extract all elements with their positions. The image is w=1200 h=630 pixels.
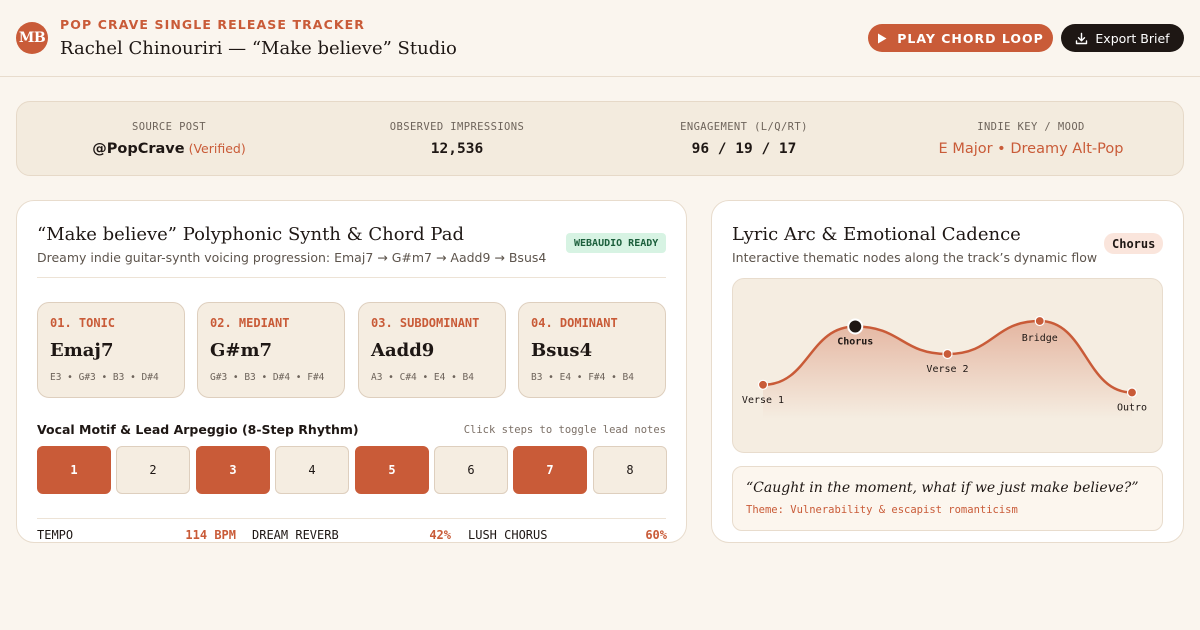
stat-label: ENGAGEMENT (L/Q/RT) <box>680 121 808 133</box>
divider <box>37 277 666 278</box>
synth-panel-title: “Make believe” Polyphonic Synth & Chord … <box>37 224 464 245</box>
chord-role: 03. SUBDOMINANT <box>371 316 480 330</box>
sequencer-step-2[interactable]: 2 <box>116 446 190 494</box>
tracker-eyebrow: POP CRAVE SINGLE RELEASE TRACKER <box>60 17 366 32</box>
top-bar: MB POP CRAVE SINGLE RELEASE TRACKER Rach… <box>0 0 1200 77</box>
synth-panel-subtitle: Dreamy indie guitar-synth voicing progre… <box>37 250 547 265</box>
chord-notes: A3 • C#4 • E4 • B4 <box>371 372 474 383</box>
param-label: TEMPO <box>37 528 74 542</box>
arc-node-label: Verse 2 <box>926 364 968 375</box>
chord-name: Bsus4 <box>531 340 593 361</box>
sequencer-step-6[interactable]: 6 <box>434 446 508 494</box>
source-handle[interactable]: @PopCrave <box>92 141 184 157</box>
divider <box>37 518 666 519</box>
lyric-panel-subtitle: Interactive thematic nodes along the tra… <box>732 250 1098 265</box>
verified-tag: (Verified) <box>188 141 246 156</box>
lyric-panel-title: Lyric Arc & Emotional Cadence <box>732 224 1021 245</box>
logo-badge: MB <box>16 22 48 54</box>
stat-value: 12,536 <box>430 141 484 157</box>
lyric-quote: “Caught in the moment, what if we just m… <box>746 480 1139 496</box>
sequencer-step-5[interactable]: 5 <box>355 446 429 494</box>
lyric-arc-chart: Verse 1 Chorus Verse 2 Bridge Outro <box>732 278 1163 453</box>
arc-node-label: Chorus <box>837 337 873 348</box>
chord-name: Aadd9 <box>371 340 435 361</box>
arc-node-label: Verse 1 <box>742 395 784 406</box>
chord-notes: B3 • E4 • F#4 • B4 <box>531 372 634 383</box>
stat-source-post: SOURCE POST @PopCrave (Verified) <box>23 102 315 177</box>
sequencer-step-3[interactable]: 3 <box>196 446 270 494</box>
sequencer-step-4[interactable]: 4 <box>275 446 349 494</box>
stat-key-mood: INDIE KEY / MOOD E Major • Dreamy Alt-Po… <box>885 102 1177 177</box>
stat-value: 96 / 19 / 17 <box>691 141 797 157</box>
arc-node-bridge[interactable] <box>1034 315 1045 327</box>
sequencer-step-1[interactable]: 1 <box>37 446 111 494</box>
chord-name: G#m7 <box>210 340 273 361</box>
stat-label: SOURCE POST <box>132 121 206 133</box>
stat-engagement: ENGAGEMENT (L/Q/RT) 96 / 19 / 17 <box>598 102 890 177</box>
export-brief-label: Export Brief <box>1095 30 1170 46</box>
stat-value: E Major • Dreamy Alt-Pop <box>938 141 1124 157</box>
lyric-arc-panel: Lyric Arc & Emotional Cadence Interactiv… <box>711 200 1184 543</box>
param-value: 60% <box>645 528 667 542</box>
chord-role: 04. DOMINANT <box>531 316 618 330</box>
page-title: Rachel Chinouriri — “Make believe” Studi… <box>60 38 457 59</box>
stat-label: INDIE KEY / MOOD <box>977 121 1085 133</box>
chord-role: 01. TONIC <box>50 316 116 330</box>
arc-node-verse-1[interactable] <box>757 379 769 390</box>
download-icon <box>1075 32 1088 45</box>
chord-role: 02. MEDIANT <box>210 316 290 330</box>
sequencer-title: Vocal Motif & Lead Arpeggio (8-Step Rhyt… <box>37 422 359 437</box>
export-brief-button[interactable]: Export Brief <box>1061 24 1184 52</box>
arc-node-label: Outro <box>1117 403 1147 414</box>
stats-strip: SOURCE POST @PopCrave (Verified) OBSERVED… <box>16 101 1184 176</box>
param-value: 42% <box>429 528 451 542</box>
stat-impressions: OBSERVED IMPRESSIONS 12,536 <box>311 102 603 177</box>
chord-pad-tonic[interactable]: 01. TONIC Emaj7 E3 • G#3 • B3 • D#4 <box>37 302 185 398</box>
webaudio-status-badge: WEBAUDIO READY <box>566 233 667 253</box>
param-label: DREAM REVERB <box>252 528 339 542</box>
synth-panel: “Make believe” Polyphonic Synth & Chord … <box>16 200 687 543</box>
chord-notes: E3 • G#3 • B3 • D#4 <box>50 372 159 383</box>
chord-pad-mediant[interactable]: 02. MEDIANT G#m7 G#3 • B3 • D#4 • F#4 <box>197 302 345 398</box>
sequencer-hint: Click steps to toggle lead notes <box>463 424 666 436</box>
play-chord-loop-button[interactable]: PLAY CHORD LOOP <box>868 24 1053 52</box>
stat-label: OBSERVED IMPRESSIONS <box>389 121 525 133</box>
arc-node-verse-2[interactable] <box>942 348 953 360</box>
param-label: LUSH CHORUS <box>468 528 548 542</box>
lyric-quote-card: “Caught in the moment, what if we just m… <box>732 466 1163 531</box>
sequencer-step-7[interactable]: 7 <box>513 446 587 494</box>
arc-node-label: Bridge <box>1022 333 1058 344</box>
chord-name: Emaj7 <box>50 340 114 361</box>
stat-value: @PopCrave (Verified) <box>23 141 315 157</box>
lyric-theme: Theme: Vulnerability & escapist romantic… <box>746 504 1018 516</box>
chord-pad-dominant[interactable]: 04. DOMINANT Bsus4 B3 • E4 • F#4 • B4 <box>518 302 666 398</box>
active-section-pill: Chorus <box>1104 233 1164 254</box>
chord-notes: G#3 • B3 • D#4 • F#4 <box>210 372 325 383</box>
play-chord-loop-label: PLAY CHORD LOOP <box>897 30 1044 46</box>
param-value: 114 BPM <box>185 528 236 542</box>
play-icon <box>877 33 887 44</box>
chord-pad-subdominant[interactable]: 03. SUBDOMINANT Aadd9 A3 • C#4 • E4 • B4 <box>358 302 506 398</box>
arc-node-outro[interactable] <box>1126 387 1138 398</box>
arc-node-chorus[interactable] <box>847 318 864 335</box>
lyric-arc-svg: Verse 1 Chorus Verse 2 Bridge Outro <box>742 315 1147 419</box>
sequencer-step-8[interactable]: 8 <box>593 446 667 494</box>
